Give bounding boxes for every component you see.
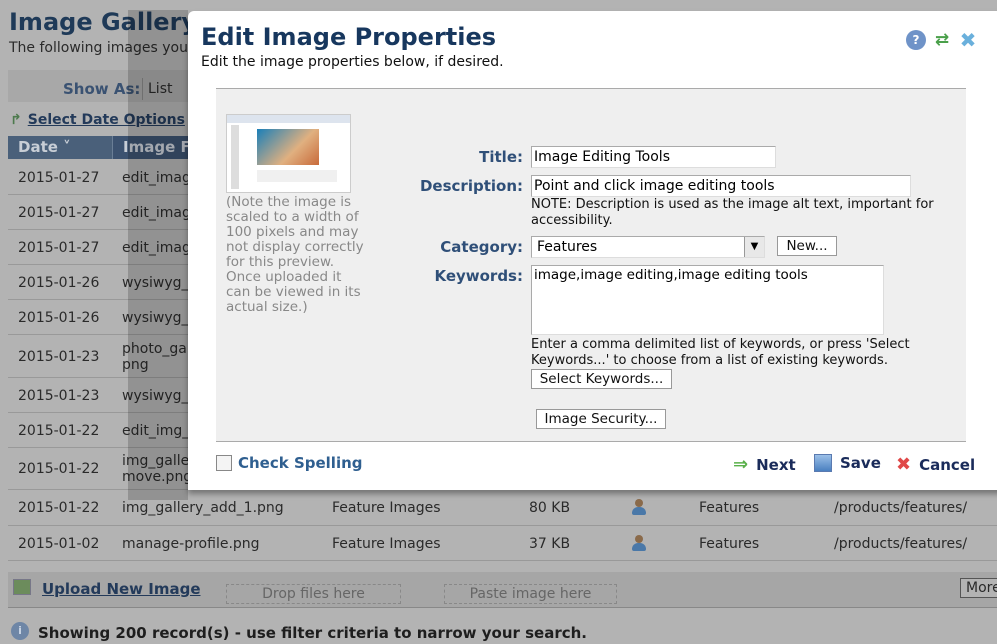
- check-spelling[interactable]: Check Spelling: [216, 454, 363, 472]
- save-icon: [814, 454, 832, 472]
- column-date[interactable]: Date ˅: [8, 136, 113, 159]
- cell-file: img_gallery_add_1.png: [122, 500, 284, 516]
- more-button[interactable]: More: [960, 578, 997, 598]
- title-label: Title:: [479, 148, 523, 166]
- modal-shadow: [128, 10, 188, 500]
- cell-date: 2015-01-27: [18, 169, 100, 186]
- cancel-button[interactable]: ✖ Cancel: [896, 454, 975, 475]
- cell-path: /products/features/: [834, 500, 968, 516]
- preview-note: (Note the image is scaled to a width of …: [226, 194, 364, 315]
- new-category-button[interactable]: New...: [777, 236, 837, 256]
- upload-image-icon: [13, 579, 31, 595]
- refresh-icon[interactable]: ⇄: [932, 30, 952, 50]
- cell-date: 2015-01-26: [18, 309, 100, 326]
- next-button[interactable]: ⇒ Next: [733, 454, 796, 475]
- cell-folder: Feature Images: [332, 500, 441, 516]
- info-icon: i: [11, 622, 29, 640]
- properties-panel: (Note the image is scaled to a width of …: [216, 88, 966, 442]
- category-select[interactable]: Features ▼: [531, 236, 765, 258]
- status-message: Showing 200 record(s) - use filter crite…: [38, 624, 588, 642]
- help-icon[interactable]: ?: [906, 30, 926, 50]
- cell-size: 80 KB: [529, 500, 571, 516]
- title-input[interactable]: Image Editing Tools: [531, 146, 776, 168]
- keywords-label: Keywords:: [434, 267, 523, 285]
- cell-date: 2015-01-22: [18, 461, 100, 477]
- description-note: NOTE: Description is used as the image a…: [531, 197, 934, 228]
- cell-date: 2015-01-26: [18, 274, 100, 291]
- save-button[interactable]: Save: [814, 454, 881, 472]
- image-security-button[interactable]: Image Security...: [536, 409, 666, 429]
- description-input[interactable]: Point and click image editing tools: [531, 175, 911, 197]
- drop-files-zone[interactable]: Drop files here: [226, 584, 401, 604]
- category-label: Category:: [440, 238, 523, 256]
- cell-file: manage-profile.png: [122, 535, 260, 552]
- cell-category: Features: [699, 535, 760, 552]
- cell-folder: Feature Images: [332, 535, 441, 552]
- cell-date: 2015-01-22: [18, 422, 100, 439]
- cell-date: 2015-01-23: [18, 387, 100, 404]
- cell-date: 2015-01-02: [18, 535, 100, 552]
- cell-date: 2015-01-23: [18, 348, 100, 365]
- arrow-right-icon: ⇒: [733, 454, 749, 475]
- paste-image-zone[interactable]: Paste image here: [444, 584, 617, 604]
- cell-date: 2015-01-22: [18, 500, 100, 516]
- close-icon[interactable]: ✖: [958, 30, 978, 50]
- cell-date: 2015-01-27: [18, 239, 100, 256]
- keywords-textarea[interactable]: image,image editing,image editing tools: [531, 265, 884, 335]
- arrow-icon: ↱: [10, 112, 22, 128]
- owner-icon[interactable]: [632, 499, 646, 515]
- cell-date: 2015-01-27: [18, 204, 100, 221]
- cell-path: /products/features/: [834, 535, 968, 552]
- image-preview: [226, 114, 351, 193]
- upload-new-image-link[interactable]: Upload New Image: [42, 580, 201, 598]
- dialog-subtitle: Edit the image properties below, if desi…: [201, 54, 504, 70]
- check-spelling-checkbox[interactable]: [216, 455, 232, 471]
- owner-icon[interactable]: [632, 534, 646, 551]
- check-spelling-label[interactable]: Check Spelling: [238, 454, 363, 472]
- cell-category: Features: [699, 500, 760, 516]
- description-label: Description:: [419, 177, 523, 195]
- chevron-down-icon[interactable]: ▼: [744, 237, 764, 257]
- select-keywords-button[interactable]: Select Keywords...: [531, 369, 672, 389]
- table-row[interactable]: 2015-01-02 manage-profile.png Feature Imag…: [8, 526, 997, 561]
- dialog-title: Edit Image Properties: [201, 23, 497, 51]
- keywords-hint: Enter a comma delimited list of keywords…: [531, 337, 910, 368]
- edit-image-dialog: Edit Image Properties Edit the image pro…: [188, 11, 997, 490]
- cell-size: 37 KB: [529, 535, 571, 552]
- cancel-icon: ✖: [896, 454, 912, 475]
